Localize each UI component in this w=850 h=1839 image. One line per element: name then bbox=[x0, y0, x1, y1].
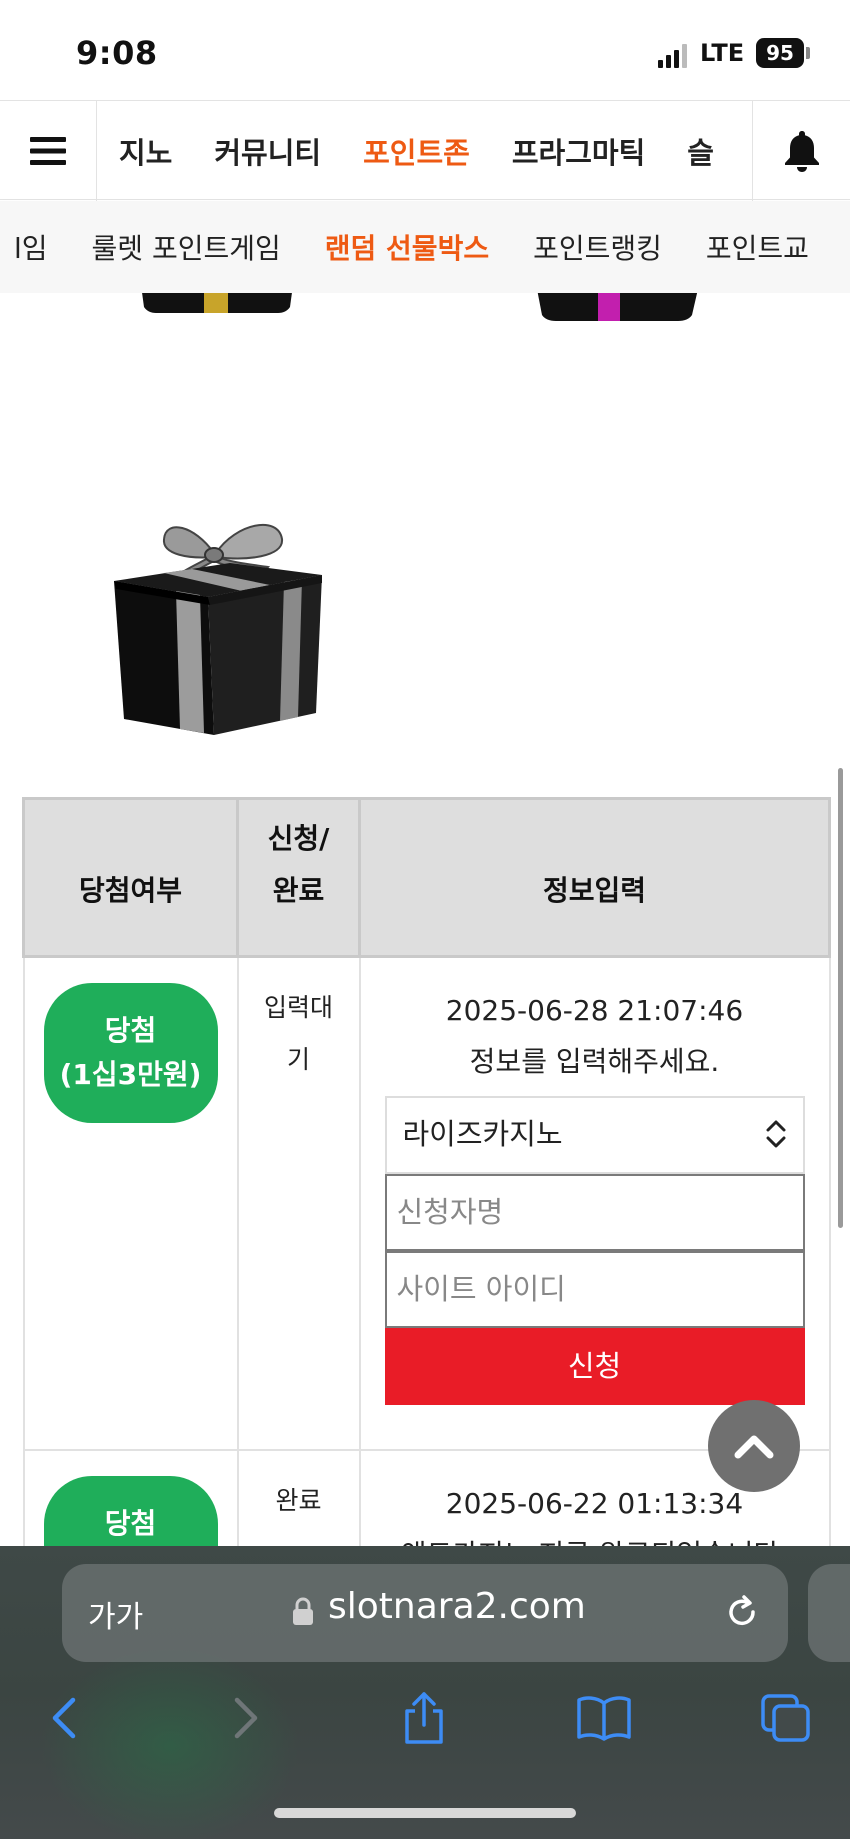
nav-item-pragmatic[interactable]: 프라그마틱 bbox=[512, 130, 645, 172]
page: 9:08 LTE 95 지노 커뮤니티 포인트존 프라그마틱 슬 l임 룰렛 포… bbox=[0, 0, 850, 1839]
win-badge-label: 당첨 bbox=[104, 1014, 157, 1047]
bell-icon bbox=[784, 131, 819, 172]
status-text: 완료 bbox=[275, 1486, 322, 1515]
gift-box-gray-ribbon[interactable] bbox=[110, 505, 326, 737]
win-badge-amount: (1십3만원) bbox=[59, 1058, 202, 1091]
cellular-signal-icon bbox=[658, 44, 687, 68]
apply-button[interactable]: 신청 bbox=[384, 1328, 805, 1405]
status-time: 9:08 bbox=[76, 34, 158, 72]
tabs-button[interactable] bbox=[756, 1688, 816, 1748]
share-icon bbox=[405, 1692, 443, 1744]
applicant-name-input[interactable]: 신청자명 bbox=[384, 1174, 805, 1251]
sub-nav[interactable]: l임 룰렛 포인트게임 랜덤 선물박스 포인트랭킹 포인트교 bbox=[0, 201, 850, 293]
next-tab-address-bar[interactable] bbox=[808, 1564, 850, 1662]
notification-button[interactable] bbox=[752, 101, 850, 201]
back-chevron-icon bbox=[52, 1697, 76, 1739]
nav-item-community[interactable]: 커뮤니티 bbox=[214, 130, 321, 172]
select-updown-icon bbox=[766, 1120, 785, 1148]
info-message: 앤드카지노 지급 완료되었습니다. bbox=[385, 1529, 805, 1546]
header-status: 신청/ 완료 bbox=[236, 797, 361, 958]
subnav-item-point-exchange[interactable]: 포인트교 bbox=[706, 227, 809, 267]
win-badge: 당첨 (1십3만원) bbox=[43, 983, 218, 1123]
subnav-item-roulette[interactable]: 룰렛 포인트게임 bbox=[92, 227, 281, 267]
chevron-up-icon bbox=[734, 1435, 774, 1459]
status-bar: 9:08 LTE 95 bbox=[0, 0, 850, 100]
win-badge: 당첨 bbox=[43, 1476, 218, 1546]
hamburger-menu-icon bbox=[30, 137, 66, 165]
win-cell: 당첨 bbox=[22, 1449, 239, 1546]
header-status-line2: 완료 bbox=[272, 874, 325, 907]
tabs-icon bbox=[761, 1694, 810, 1742]
info-message: 정보를 입력해주세요. bbox=[469, 1045, 720, 1078]
text-size-button[interactable]: 가가 bbox=[88, 1592, 143, 1636]
main-nav: 지노 커뮤니티 포인트존 프라그마틱 슬 bbox=[0, 100, 850, 201]
forward-button[interactable] bbox=[216, 1688, 276, 1748]
site-select-value: 라이즈카지노 bbox=[402, 1117, 563, 1151]
sub-nav-track: l임 룰렛 포인트게임 랜덤 선물박스 포인트랭킹 포인트교 bbox=[0, 201, 850, 293]
site-select[interactable]: 라이즈카지노 bbox=[384, 1096, 805, 1174]
main-nav-track: 지노 커뮤니티 포인트존 프라그마틱 슬 bbox=[119, 101, 752, 201]
subnav-item-point-ranking[interactable]: 포인트랭킹 bbox=[533, 227, 662, 267]
battery-icon: 95 bbox=[756, 38, 804, 68]
subnav-item-random-giftbox[interactable]: 랜덤 선물박스 bbox=[325, 227, 489, 267]
main-content: 당첨여부 신청/ 완료 정보입력 당첨 (1십3만원) 입력대 기 2025-0… bbox=[0, 293, 850, 1546]
network-type: LTE bbox=[700, 39, 745, 67]
header-status-line1: 신청/ bbox=[267, 822, 330, 855]
site-id-input[interactable]: 사이트 아이디 bbox=[384, 1251, 805, 1328]
info-cell: 2025-06-28 21:07:46 정보를 입력해주세요. 라이즈카지노 신… bbox=[358, 955, 831, 1451]
nav-item-slot[interactable]: 슬 bbox=[687, 130, 714, 172]
subnav-item-game[interactable]: l임 bbox=[14, 227, 48, 267]
bookmarks-button[interactable] bbox=[574, 1688, 634, 1748]
address-bar[interactable]: 가가 slotnara2.com bbox=[62, 1564, 788, 1662]
status-text-line1: 입력대 bbox=[263, 993, 333, 1022]
battery-tip bbox=[806, 47, 810, 59]
forward-chevron-icon bbox=[234, 1697, 258, 1739]
menu-button[interactable] bbox=[0, 101, 97, 201]
gift-box-magenta-ribbon[interactable] bbox=[528, 293, 708, 325]
status-cell: 입력대 기 bbox=[236, 955, 361, 1451]
url-text: slotnara2.com bbox=[328, 1586, 586, 1627]
nav-item-casino[interactable]: 지노 bbox=[119, 130, 172, 172]
table-row: 당첨 (1십3만원) 입력대 기 2025-06-28 21:07:46 정보를… bbox=[22, 955, 831, 1451]
status-cell: 완료 bbox=[236, 1449, 361, 1546]
browser-toolbar: 가가 slotnara2.com bbox=[0, 1546, 850, 1839]
win-cell: 당첨 (1십3만원) bbox=[22, 955, 239, 1451]
reload-icon[interactable] bbox=[722, 1592, 762, 1632]
home-indicator[interactable] bbox=[274, 1808, 576, 1818]
share-button[interactable] bbox=[394, 1688, 454, 1748]
gift-box-gold-ribbon[interactable] bbox=[132, 293, 302, 315]
scroll-to-top-button[interactable] bbox=[708, 1400, 800, 1492]
win-datetime: 2025-06-28 21:07:46 bbox=[445, 994, 744, 1027]
main-nav-scroll[interactable]: 지노 커뮤니티 포인트존 프라그마틱 슬 bbox=[97, 101, 752, 201]
header-info: 정보입력 bbox=[358, 797, 831, 958]
nav-item-point-zone[interactable]: 포인트존 bbox=[363, 130, 470, 172]
back-button[interactable] bbox=[34, 1688, 94, 1748]
table-row: 당첨 완료 2025-06-22 01:13:34 앤드카지노 지급 완료되었습… bbox=[22, 1449, 831, 1546]
table-header-row: 당첨여부 신청/ 완료 정보입력 bbox=[22, 797, 831, 958]
lock-icon bbox=[293, 1597, 313, 1625]
header-win: 당첨여부 bbox=[22, 797, 239, 958]
status-text-line2: 기 bbox=[286, 1045, 310, 1074]
win-badge-label: 당첨 bbox=[104, 1507, 157, 1540]
page-scrollbar[interactable] bbox=[838, 768, 843, 1228]
book-icon bbox=[577, 1696, 631, 1741]
